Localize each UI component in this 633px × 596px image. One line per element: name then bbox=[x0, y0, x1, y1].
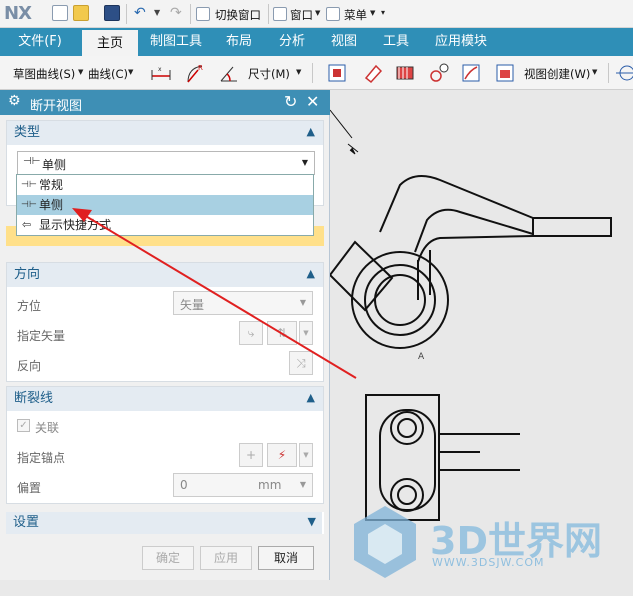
annotation-arrow bbox=[72, 208, 357, 379]
